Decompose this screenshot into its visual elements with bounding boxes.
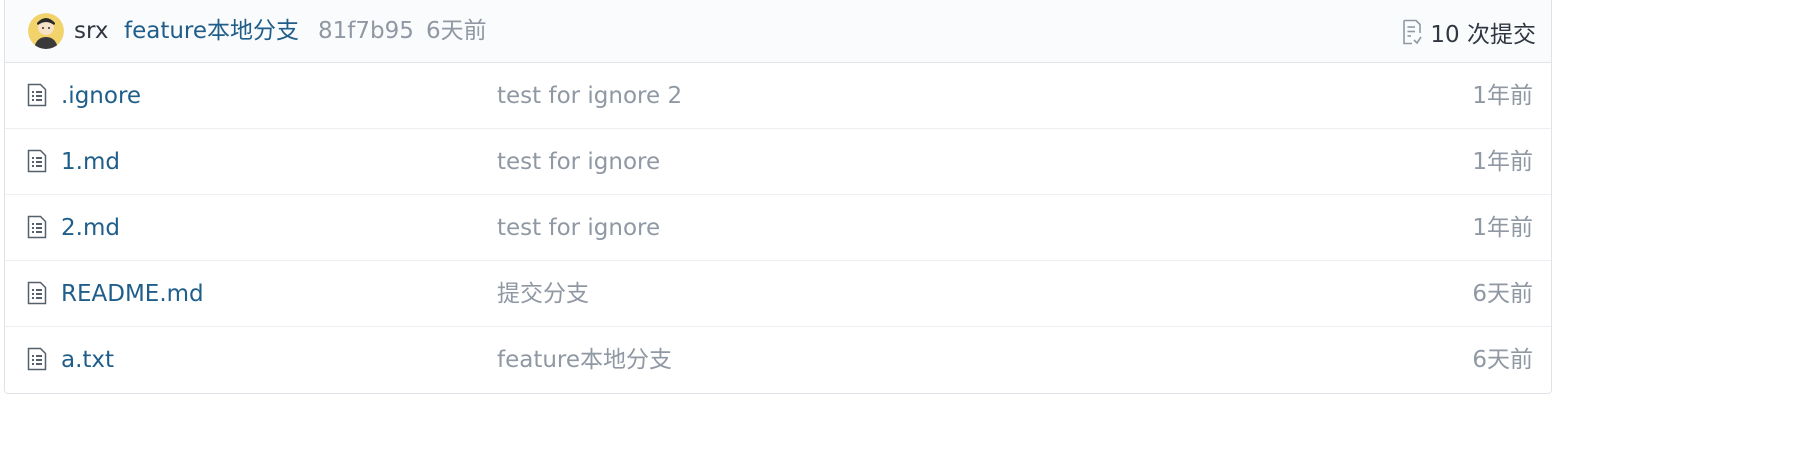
commit-sha-link[interactable]: 81f7b95: [318, 0, 414, 63]
file-name-link[interactable]: a.txt: [61, 327, 114, 393]
file-commit-time: 1年前: [1472, 215, 1533, 241]
file-commit-message[interactable]: test for ignore: [497, 195, 660, 261]
file-table: .ignore test for ignore 2 1年前 1.md test …: [5, 63, 1551, 393]
avatar-image: [28, 13, 64, 49]
file-commit-message[interactable]: test for ignore 2: [497, 63, 682, 129]
file-commit-message[interactable]: test for ignore: [497, 129, 660, 195]
file-commit-time: 6天前: [1472, 347, 1533, 373]
file-icon: [27, 149, 47, 173]
file-icon: [27, 215, 47, 239]
file-row[interactable]: 1.md test for ignore 1年前: [5, 129, 1551, 195]
file-commit-time: 1年前: [1472, 83, 1533, 109]
file-commit-message[interactable]: feature本地分支: [497, 327, 672, 393]
commit-count-label: 10 次提交: [1430, 21, 1536, 48]
file-commit-message[interactable]: 提交分支: [497, 261, 589, 327]
file-name-link[interactable]: 1.md: [61, 129, 120, 195]
file-icon: [27, 347, 47, 371]
last-commit-header: srx feature本地分支 81f7b95 6天前 10 次提交: [5, 0, 1551, 63]
file-row[interactable]: README.md 提交分支 6天前: [5, 261, 1551, 327]
author-avatar[interactable]: [28, 13, 64, 49]
commit-count-link[interactable]: 10 次提交: [1402, 0, 1536, 63]
file-list-panel: srx feature本地分支 81f7b95 6天前 10 次提交 .igno…: [4, 0, 1552, 394]
file-row[interactable]: a.txt feature本地分支 6天前: [5, 327, 1551, 393]
commit-history-icon: [1403, 19, 1423, 44]
file-row[interactable]: .ignore test for ignore 2 1年前: [5, 63, 1551, 129]
file-name-link[interactable]: README.md: [61, 261, 204, 327]
file-icon: [27, 281, 47, 305]
file-commit-time: 1年前: [1472, 149, 1533, 175]
commit-time: 6天前: [426, 18, 487, 44]
file-name-link[interactable]: .ignore: [61, 63, 141, 129]
file-icon: [27, 83, 47, 107]
file-commit-time: 6天前: [1472, 281, 1533, 307]
file-name-link[interactable]: 2.md: [61, 195, 120, 261]
commit-message-link[interactable]: feature本地分支: [124, 0, 299, 63]
commit-author[interactable]: srx: [74, 0, 108, 63]
file-row[interactable]: 2.md test for ignore 1年前: [5, 195, 1551, 261]
